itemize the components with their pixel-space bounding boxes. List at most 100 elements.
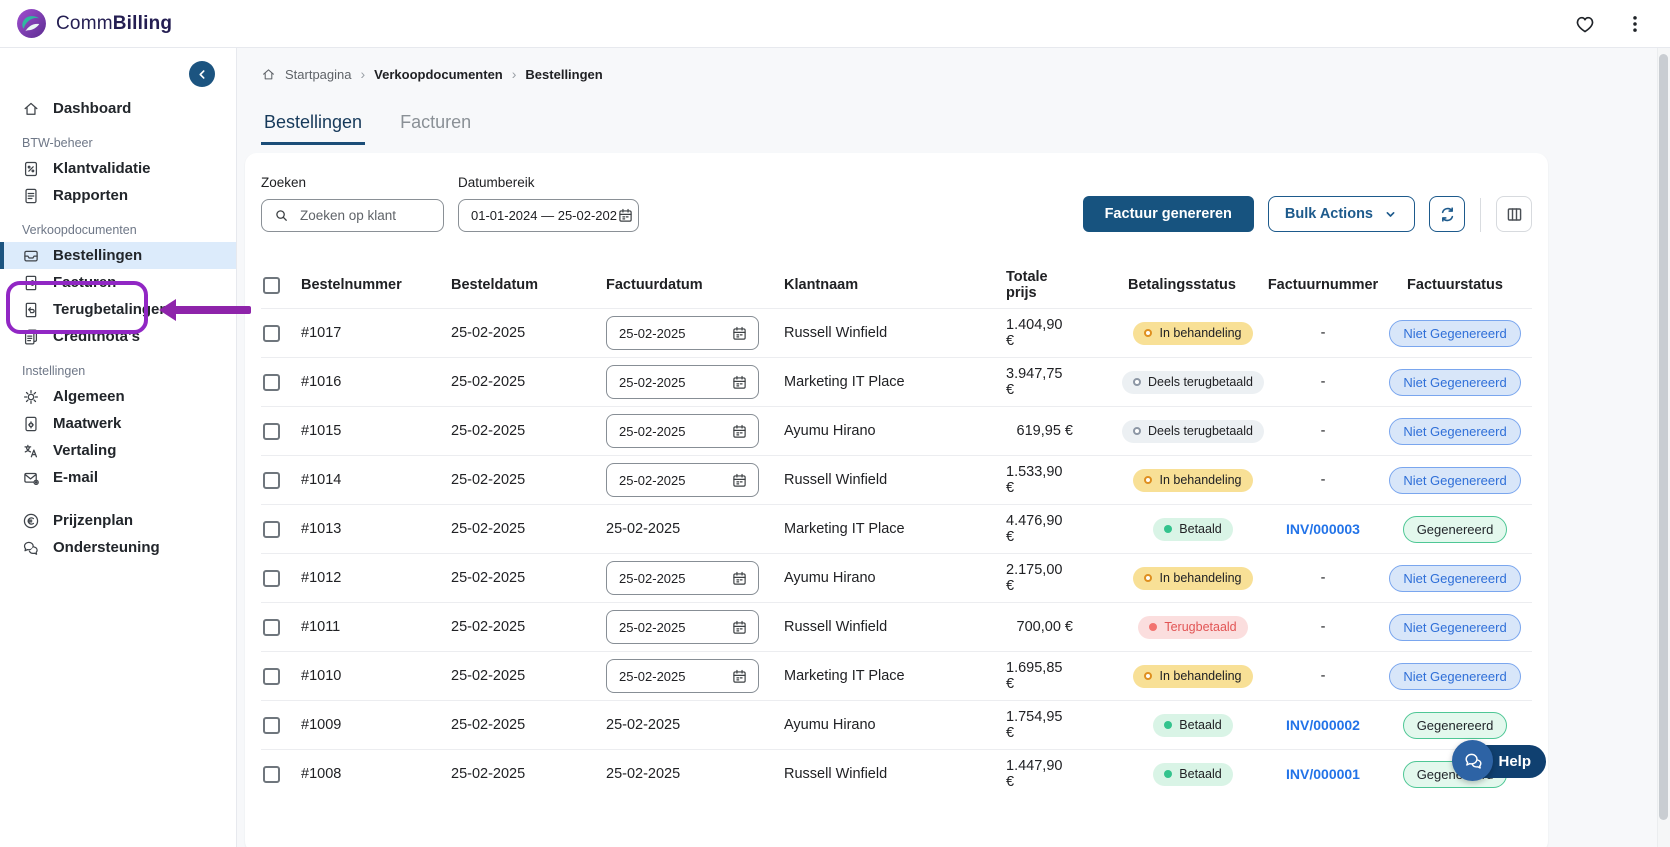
- customer-name: Ayumu Hirano: [784, 423, 1006, 439]
- invoice-link[interactable]: INV/000003: [1286, 521, 1360, 537]
- row-checkbox[interactable]: [263, 570, 280, 587]
- customer-name: Ayumu Hirano: [784, 570, 1006, 586]
- payment-status-cell: In behandeling: [1118, 322, 1268, 345]
- sidebar-item-label: Vertaling: [53, 442, 116, 459]
- calendar-icon: [731, 570, 748, 587]
- row-checkbox[interactable]: [263, 325, 280, 342]
- invoice-date-cell: 25-02-2025: [606, 766, 784, 782]
- invoice-date-input[interactable]: 25-02-2025: [606, 610, 759, 644]
- row-checkbox[interactable]: [263, 521, 280, 538]
- search-input[interactable]: [298, 207, 433, 224]
- order-number: #1013: [301, 521, 451, 537]
- invoice-date-input[interactable]: 25-02-2025: [606, 561, 759, 595]
- invoice-number-cell: INV/000001: [1268, 766, 1378, 782]
- invoice-link[interactable]: INV/000002: [1286, 717, 1360, 733]
- invoice-date-value: 25-02-2025: [619, 620, 686, 635]
- invoice-date-cell: 25-02-2025: [606, 610, 784, 644]
- row-checkbox[interactable]: [263, 766, 280, 783]
- table-row: #101125-02-202525-02-2025Russell Winfiel…: [261, 602, 1532, 651]
- favorites-heart-icon[interactable]: [1574, 13, 1596, 35]
- sidebar-item-e-mail[interactable]: E-mail: [0, 464, 236, 491]
- sidebar-item-terugbetalingen[interactable]: Terugbetalingen: [0, 296, 236, 323]
- row-checkbox[interactable]: [263, 619, 280, 636]
- payment-status-badge: In behandeling: [1133, 322, 1252, 345]
- refresh-button[interactable]: [1429, 196, 1465, 232]
- col-factuurdatum: Factuurdatum: [606, 277, 784, 293]
- kebab-menu-icon[interactable]: [1624, 13, 1646, 35]
- tab-facturen[interactable]: Facturen: [397, 112, 474, 145]
- payment-status-badge: Terugbetaald: [1138, 616, 1247, 639]
- calendar-icon: [617, 207, 634, 224]
- status-dot-icon: [1144, 574, 1152, 582]
- bulk-actions-label: Bulk Actions: [1285, 206, 1373, 222]
- checkbox-cell: [261, 619, 301, 636]
- table-body: #101725-02-202525-02-2025Russell Winfiel…: [261, 308, 1532, 798]
- row-checkbox[interactable]: [263, 717, 280, 734]
- invoice-status-badge: Niet Gegenereerd: [1389, 663, 1520, 690]
- col-totale-prijs: Totale prijs: [1006, 269, 1118, 301]
- sidebar-item-creditnota-s[interactable]: Creditnota's: [0, 323, 236, 350]
- breadcrumb-separator: ›: [361, 66, 366, 82]
- invoice-date-value: 25-02-2025: [619, 473, 686, 488]
- help-label: Help: [1498, 753, 1531, 770]
- breadcrumb-separator: ›: [512, 66, 517, 82]
- sidebar-item-bestellingen[interactable]: Bestellingen: [0, 242, 236, 269]
- order-number: #1010: [301, 668, 451, 684]
- invoice-date-input[interactable]: 25-02-2025: [606, 316, 759, 350]
- invoice-status-badge: Niet Gegenereerd: [1389, 320, 1520, 347]
- calendar-icon: [731, 374, 748, 391]
- breadcrumb-item-startpagina[interactable]: Startpagina: [285, 67, 352, 82]
- row-checkbox[interactable]: [263, 668, 280, 685]
- invoice-number-cell: INV/000003: [1268, 521, 1378, 537]
- row-checkbox[interactable]: [263, 374, 280, 391]
- invoice-date-input[interactable]: 25-02-2025: [606, 365, 759, 399]
- sidebar-item-rapporten[interactable]: Rapporten: [0, 182, 236, 209]
- sidebar-item-prijzenplan[interactable]: Prijzenplan: [0, 507, 236, 534]
- sidebar-item-dashboard[interactable]: Dashboard: [0, 95, 236, 122]
- breadcrumb-item-bestellingen[interactable]: Bestellingen: [525, 67, 602, 82]
- invoice-date-input[interactable]: 25-02-2025: [606, 463, 759, 497]
- payment-status-label: Deels terugbetaald: [1148, 424, 1253, 438]
- table-header: Bestelnummer Besteldatum Factuurdatum Kl…: [261, 262, 1532, 308]
- payment-status-badge: Deels terugbetaald: [1122, 420, 1264, 443]
- invoice-date-input[interactable]: 25-02-2025: [606, 659, 759, 693]
- status-dot-icon: [1144, 329, 1152, 337]
- chevron-down-icon: [1383, 207, 1398, 222]
- row-checkbox[interactable]: [263, 472, 280, 489]
- calendar-icon: [731, 619, 748, 636]
- date-range-input[interactable]: 01-01-2024 — 25-02-202: [458, 199, 639, 232]
- refund-doc-icon: [22, 301, 40, 319]
- page-scrollbar-thumb[interactable]: [1659, 54, 1668, 820]
- sidebar-item-ondersteuning[interactable]: Ondersteuning: [0, 534, 236, 561]
- sidebar-item-facturen[interactable]: Facturen: [0, 269, 236, 296]
- invoice-status-cell: Niet Gegenereerd: [1378, 320, 1532, 347]
- row-checkbox[interactable]: [263, 423, 280, 440]
- sidebar-section-label: BTW-beheer: [0, 136, 236, 150]
- checkbox-cell: [261, 570, 301, 587]
- sidebar-collapse-button[interactable]: [189, 61, 215, 87]
- invoice-date-input[interactable]: 25-02-2025: [606, 414, 759, 448]
- brand-name: CommBilling: [56, 13, 172, 35]
- sidebar-item-vertaling[interactable]: Vertaling: [0, 437, 236, 464]
- invoice-date-cell: 25-02-2025: [606, 659, 784, 693]
- invoice-date-cell: 25-02-2025: [606, 316, 784, 350]
- sidebar-item-klantvalidatie[interactable]: Klantvalidatie: [0, 155, 236, 182]
- invoice-status-cell: Niet Gegenereerd: [1378, 614, 1532, 641]
- customer-name: Marketing IT Place: [784, 374, 1006, 390]
- order-date: 25-02-2025: [451, 325, 606, 341]
- toolbar-divider: [1480, 198, 1481, 232]
- commbilling-logo-icon: [16, 8, 47, 39]
- columns-button[interactable]: [1496, 196, 1532, 232]
- invoice-link[interactable]: INV/000001: [1286, 766, 1360, 782]
- generate-invoice-button[interactable]: Factuur genereren: [1083, 196, 1254, 232]
- tab-bestellingen[interactable]: Bestellingen: [261, 112, 365, 145]
- select-all-checkbox[interactable]: [263, 277, 280, 294]
- sidebar-item-maatwerk[interactable]: Maatwerk: [0, 410, 236, 437]
- bulk-actions-button[interactable]: Bulk Actions: [1268, 196, 1415, 232]
- sidebar-item-label: Ondersteuning: [53, 539, 160, 556]
- help-chat-bubble[interactable]: [1452, 740, 1493, 781]
- breadcrumb-item-verkoopdocumenten[interactable]: Verkoopdocumenten: [374, 67, 503, 82]
- sidebar-item-algemeen[interactable]: Algemeen: [0, 383, 236, 410]
- calendar-icon: [731, 423, 748, 440]
- invoice-date-cell: 25-02-2025: [606, 717, 784, 733]
